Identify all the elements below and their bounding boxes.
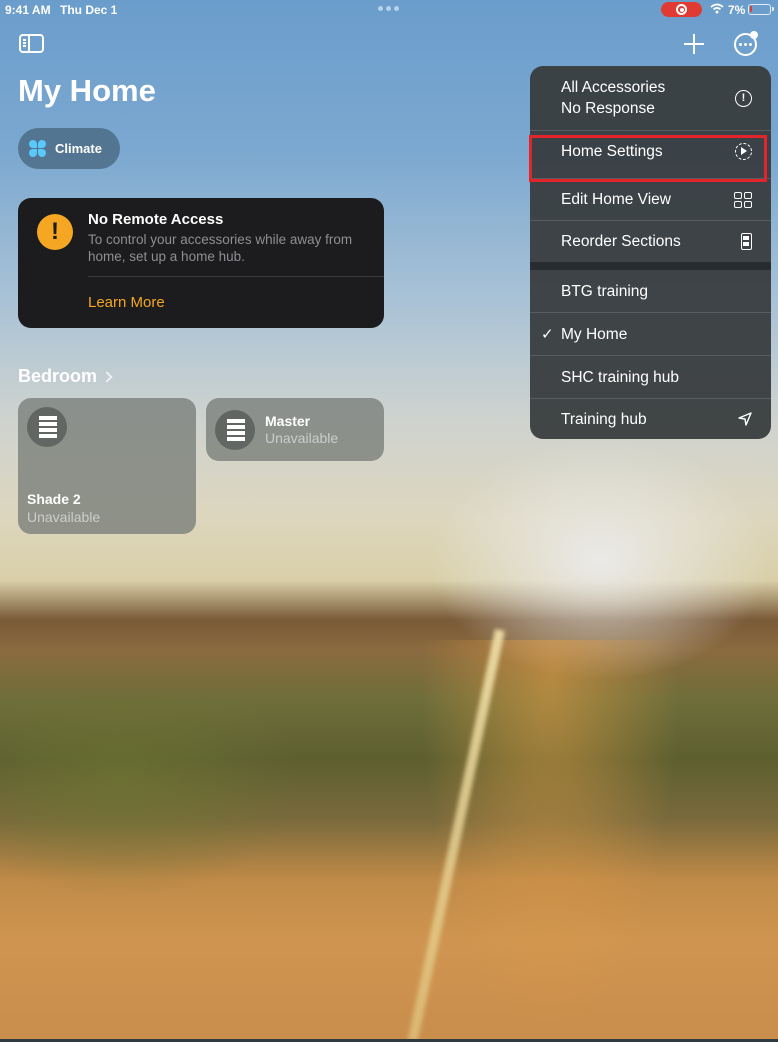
learn-more-link[interactable]: Learn More [88,294,165,311]
climate-chip-label: Climate [55,141,102,156]
battery-percent: 7% [728,3,746,17]
notification-badge [750,31,758,39]
window-shade-icon [27,407,67,447]
alert-body: To control your accessories while away f… [88,232,353,264]
accessory-tile-master[interactable]: Master Unavailable [206,398,384,461]
record-indicator-icon[interactable] [661,2,702,17]
menu-item-label: Edit Home View [561,191,671,208]
accessory-name: Master [265,413,311,429]
alert-title: No Remote Access [88,211,224,228]
menu-home-btg-training[interactable]: BTG training [530,270,771,312]
exclamation-icon: ! [37,214,73,250]
grid-icon [734,191,752,208]
menu-home-my-home[interactable]: ✓ My Home [530,313,771,355]
accessory-status: Unavailable [265,430,339,446]
menu-item-label-line2: No Response [561,100,655,117]
menu-item-label: SHC training hub [561,368,680,386]
alert-divider [88,276,384,277]
climate-chip[interactable]: Climate [18,128,120,169]
menu-item-all-accessories-no-response[interactable]: All Accessories No Response ! [530,66,771,130]
status-bar: 9:41 AM Thu Dec 1 7% [0,0,778,20]
room-header-bedroom[interactable]: Bedroom [18,366,113,387]
menu-item-label: Training hub [561,410,647,428]
home-options-menu: All Accessories No Response ! Home Setti… [530,66,771,439]
reorder-icon [741,233,752,250]
status-time: 9:41 AM [5,3,51,17]
menu-item-label-line1: All Accessories [561,79,666,96]
background-light-ray [407,628,505,1042]
room-name: Bedroom [18,366,98,386]
multitask-dots-icon[interactable] [378,6,399,11]
accessory-status: Unavailable [27,509,101,525]
checkmark-icon: ✓ [541,326,554,343]
home-settings-highlight [529,135,767,182]
page-title: My Home [18,73,156,108]
no-remote-access-card: ! No Remote Access To control your acces… [18,198,384,328]
accessory-tile-shade-2[interactable]: Shade 2 Unavailable [18,398,196,534]
sidebar-toggle-icon[interactable] [19,34,44,53]
menu-item-reorder-sections[interactable]: Reorder Sections [530,221,771,262]
wifi-icon [710,3,724,14]
fan-icon [29,140,46,157]
accessory-name: Shade 2 [27,491,81,507]
location-arrow-icon [738,412,752,426]
window-shade-icon [215,410,255,450]
background-hill [0,700,300,900]
status-date: Thu Dec 1 [60,3,118,17]
menu-home-training-hub[interactable]: Training hub [530,399,771,439]
info-icon: ! [735,89,752,107]
menu-home-shc-training-hub[interactable]: SHC training hub [530,356,771,398]
menu-item-label: BTG training [561,282,649,300]
menu-item-edit-home-view[interactable]: Edit Home View [530,179,771,220]
menu-item-label: My Home [561,325,628,343]
menu-section-gap [530,262,771,270]
menu-item-label: Reorder Sections [561,233,681,250]
chevron-right-icon [101,370,113,383]
add-button[interactable] [683,33,705,55]
battery-icon [748,4,774,15]
